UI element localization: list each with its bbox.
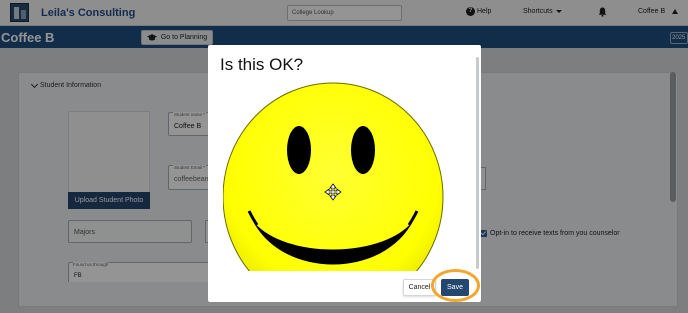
dialog-scrollbar[interactable] [476,57,479,269]
smiley-face-image [223,82,444,271]
save-highlight-ring [431,269,480,302]
dialog-title: Is this OK? [220,55,304,74]
photo-preview[interactable] [223,79,467,271]
confirm-photo-dialog: Is this OK? Cancel Save [208,45,481,302]
